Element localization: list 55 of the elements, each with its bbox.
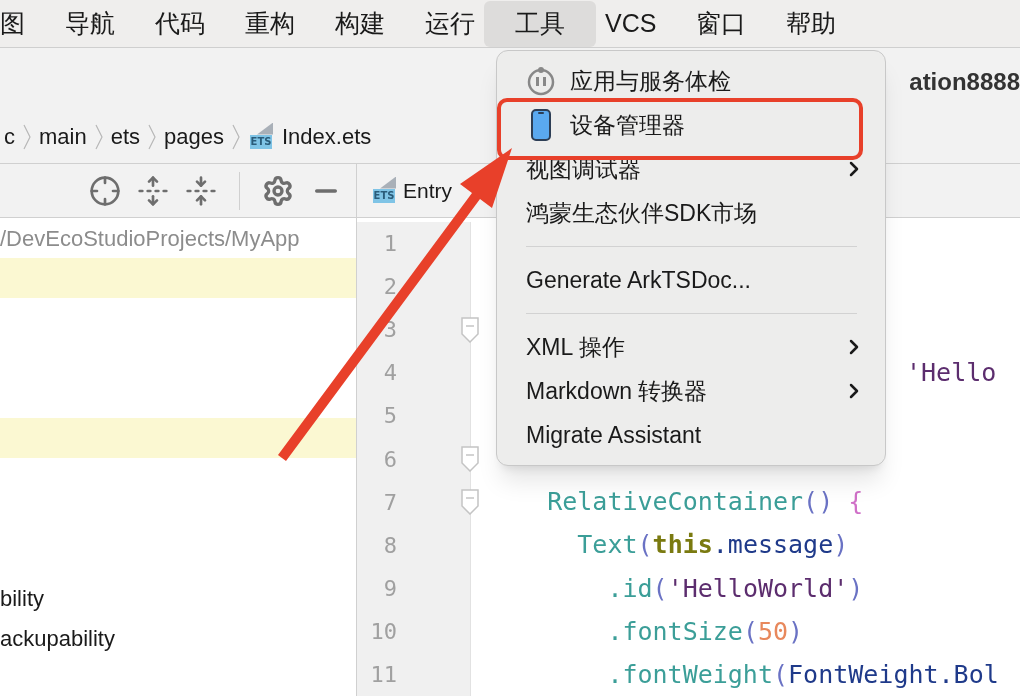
code-line: Text(this.message) [576,529,849,562]
menu-item[interactable]: Generate ArkTSDoc... [517,258,875,302]
window-title: ation8888 [909,67,1020,97]
menu-item[interactable]: Markdown 转换器 [517,369,875,413]
menu-bar-item[interactable]: 窗口 [676,0,767,47]
menu-bar-item[interactable]: 运行 [405,0,484,47]
menu-item[interactable]: 设备管理器 [517,103,875,147]
menu-bar-item[interactable]: VCS [596,0,677,47]
menu-item[interactable]: 鸿蒙生态伙伴SDK市场 [517,191,875,235]
line-number: 8 [382,531,397,560]
line-number: 2 [382,273,397,302]
chevron-icon [148,123,157,150]
line-number: 9 [382,574,397,603]
menu-bar-item[interactable]: 帮助 [766,0,857,47]
menu-item[interactable]: 应用与服务体检 [517,59,875,103]
chevron-icon [232,123,240,150]
expand-all-icon[interactable] [137,174,169,207]
collapse-all-icon[interactable] [185,174,217,207]
fold-marker-icon[interactable] [461,446,479,472]
menu-item[interactable]: XML 操作 [517,325,875,369]
project-path: /DevEcoStudioProjects/MyApp [0,224,300,253]
chevron-icon [94,123,103,150]
phone-icon [531,109,551,141]
line-number: 11 [369,661,397,689]
code-line: 'Hello [906,357,997,390]
fold-marker-icon[interactable] [461,489,479,516]
highlighted-tree-row[interactable] [0,418,356,458]
chevron-icon [23,123,31,150]
code-line: RelativeContainer() { [546,486,864,519]
line-number: 6 [382,445,397,474]
health-check-icon [526,66,556,96]
line-number: 4 [382,359,397,388]
breadcrumb-item[interactable]: ets [106,120,145,153]
line-number: 10 [369,617,397,646]
settings-icon[interactable] [262,174,294,207]
code-line: .fontWeight(FontWeight.Bol [606,658,999,691]
breadcrumb-item[interactable]: c [0,120,19,153]
menu-bar-item[interactable]: 构建 [315,0,405,47]
menu-bar-item[interactable]: 代码 [135,0,225,47]
locate-icon[interactable] [89,174,121,207]
breadcrumb-item[interactable]: main [35,120,91,153]
breadcrumb-item[interactable]: pages [160,120,228,153]
line-number: 1 [382,230,397,259]
line-number: 7 [382,488,397,517]
menu-bar-item[interactable]: 图 [0,0,45,47]
fold-marker-icon[interactable] [461,316,479,343]
editor-tab[interactable]: ETS Entry [371,174,452,207]
menu-bar-item[interactable]: 重构 [225,0,315,47]
line-number: 5 [382,402,397,431]
menu-bar-item[interactable]: 工具 [484,0,596,47]
breadcrumb-item[interactable]: ETS Index.ets [244,120,376,153]
menu-bar-item[interactable]: 导航 [45,0,135,47]
menu-item[interactable]: Migrate Assistant [517,413,875,457]
code-line: .fontSize(50) [606,615,804,648]
code-line: .id('HelloWorld') [606,572,864,605]
